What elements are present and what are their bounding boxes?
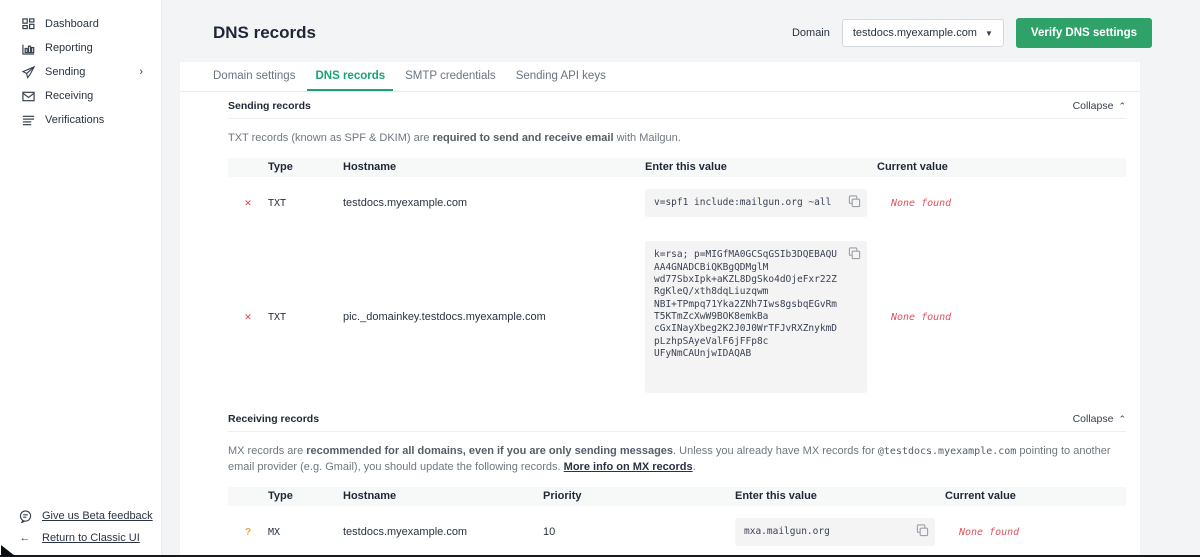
sending-table-header: Type Hostname Enter this value Current v… xyxy=(228,158,1126,177)
back-arrow-icon: ← xyxy=(18,531,32,545)
col-priority: Priority xyxy=(543,490,735,502)
receiving-description: MX records are recommended for all domai… xyxy=(228,432,1126,487)
col-current-value: Current value xyxy=(945,490,1126,502)
chevron-up-icon: ⌃ xyxy=(1118,414,1126,425)
sending-records-section: Sending records Collapse⌃ TXT records (k… xyxy=(180,92,1140,405)
sidebar: Dashboard Reporting Sending › Receiving … xyxy=(0,0,162,557)
mx-records-info-link[interactable]: More info on MX records xyxy=(564,461,693,473)
sidebar-footer: Give us Beta feedback ← Return to Classi… xyxy=(0,505,161,549)
receiving-records-title: Receiving records xyxy=(228,413,319,425)
receiving-records-section: Receiving records Collapse⌃ MX records a… xyxy=(180,405,1140,557)
table-row: ? MX testdocs.myexample.com 10 mxa.mailg… xyxy=(228,506,1126,557)
error-status-icon: ✕ xyxy=(228,198,268,209)
record-value-box: v=spf1 include:mailgun.org ~all xyxy=(645,189,867,217)
tab-bar: Domain settings DNS records SMTP credent… xyxy=(180,62,1140,92)
chevron-right-icon: › xyxy=(139,66,143,78)
sidebar-item-verifications[interactable]: Verifications xyxy=(0,108,161,132)
col-enter-value: Enter this value xyxy=(735,490,945,502)
sidebar-item-receiving[interactable]: Receiving xyxy=(0,84,161,108)
sending-description: TXT records (known as SPF & DKIM) are re… xyxy=(228,119,1126,158)
warning-status-icon: ? xyxy=(228,527,268,538)
page-header: DNS records Domain testdocs.myexample.co… xyxy=(162,0,1200,48)
verifications-icon xyxy=(21,113,35,127)
sending-collapse-button[interactable]: Collapse⌃ xyxy=(1073,100,1126,112)
record-hostname: testdocs.myexample.com xyxy=(343,197,645,209)
record-value: k=rsa; p=MIGfMA0GCSqGSIb3DQEBAQUAA4GNADC… xyxy=(654,249,837,359)
sidebar-item-label: Sending xyxy=(45,66,85,78)
record-value-box: k=rsa; p=MIGfMA0GCSqGSIb3DQEBAQUAA4GNADC… xyxy=(645,241,867,393)
sidebar-item-label: Receiving xyxy=(45,90,93,102)
sending-records-title: Sending records xyxy=(228,100,311,112)
sidebar-item-dashboard[interactable]: Dashboard xyxy=(0,12,161,36)
record-type: MX xyxy=(268,527,343,538)
dashboard-icon xyxy=(21,17,35,31)
domain-dropdown-value: testdocs.myexample.com xyxy=(853,27,977,39)
current-value-status: None found xyxy=(877,198,1126,209)
record-value-box: mxa.mailgun.org xyxy=(735,518,935,546)
receiving-icon xyxy=(21,89,35,103)
col-hostname: Hostname xyxy=(343,490,543,502)
sending-table: Type Hostname Enter this value Current v… xyxy=(228,158,1126,405)
col-hostname: Hostname xyxy=(343,161,645,173)
beta-feedback-link[interactable]: Give us Beta feedback xyxy=(0,505,161,527)
reporting-icon xyxy=(21,41,35,55)
sidebar-item-reporting[interactable]: Reporting xyxy=(0,36,161,60)
record-hostname: pic._domainkey.testdocs.myexample.com xyxy=(343,311,645,323)
chevron-up-icon: ⌃ xyxy=(1118,101,1126,112)
sidebar-item-label: Verifications xyxy=(45,114,104,126)
main-area: DNS records Domain testdocs.myexample.co… xyxy=(162,0,1200,557)
copy-icon[interactable] xyxy=(848,247,861,260)
copy-icon[interactable] xyxy=(916,524,929,537)
tab-sending-api-keys[interactable]: Sending API keys xyxy=(508,62,614,91)
tab-domain-settings[interactable]: Domain settings xyxy=(205,62,303,91)
domain-dropdown[interactable]: testdocs.myexample.com ▼ xyxy=(842,19,1004,47)
col-enter-value: Enter this value xyxy=(645,161,877,173)
tab-smtp-credentials[interactable]: SMTP credentials xyxy=(397,62,504,91)
col-current-value: Current value xyxy=(877,161,1126,173)
table-row: ✕ TXT testdocs.myexample.com v=spf1 incl… xyxy=(228,177,1126,229)
return-classic-ui-link[interactable]: ← Return to Classic UI xyxy=(0,527,161,549)
page-title: DNS records xyxy=(213,23,316,43)
copy-icon[interactable] xyxy=(848,195,861,208)
receiving-collapse-button[interactable]: Collapse⌃ xyxy=(1073,413,1126,425)
table-row: ✕ TXT pic._domainkey.testdocs.myexample.… xyxy=(228,229,1126,405)
verify-dns-settings-button[interactable]: Verify DNS settings xyxy=(1016,18,1152,48)
error-status-icon: ✕ xyxy=(228,312,268,323)
sidebar-item-label: Reporting xyxy=(45,42,93,54)
feedback-bubble-icon xyxy=(18,509,32,523)
tab-dns-records[interactable]: DNS records xyxy=(307,62,393,91)
sending-icon xyxy=(21,65,35,79)
sidebar-item-sending[interactable]: Sending › xyxy=(0,60,161,84)
beta-feedback-label: Give us Beta feedback xyxy=(42,510,153,522)
receiving-table: Type Hostname Priority Enter this value … xyxy=(228,487,1126,557)
current-value-status: None found xyxy=(877,312,1126,323)
record-priority: 10 xyxy=(543,526,735,538)
record-value: v=spf1 include:mailgun.org ~all xyxy=(654,197,831,208)
current-value-status: None found xyxy=(945,527,1126,538)
record-value: mxa.mailgun.org xyxy=(744,526,830,537)
record-type: TXT xyxy=(268,198,343,209)
receiving-table-header: Type Hostname Priority Enter this value … xyxy=(228,487,1126,506)
chevron-down-icon: ▼ xyxy=(985,29,993,38)
record-hostname: testdocs.myexample.com xyxy=(343,526,543,538)
col-type: Type xyxy=(268,490,343,502)
sidebar-item-label: Dashboard xyxy=(45,18,99,30)
record-type: TXT xyxy=(268,312,343,323)
content-card: Domain settings DNS records SMTP credent… xyxy=(180,62,1140,557)
return-classic-ui-label: Return to Classic UI xyxy=(42,532,140,544)
col-type: Type xyxy=(268,161,343,173)
domain-label: Domain xyxy=(792,27,830,39)
